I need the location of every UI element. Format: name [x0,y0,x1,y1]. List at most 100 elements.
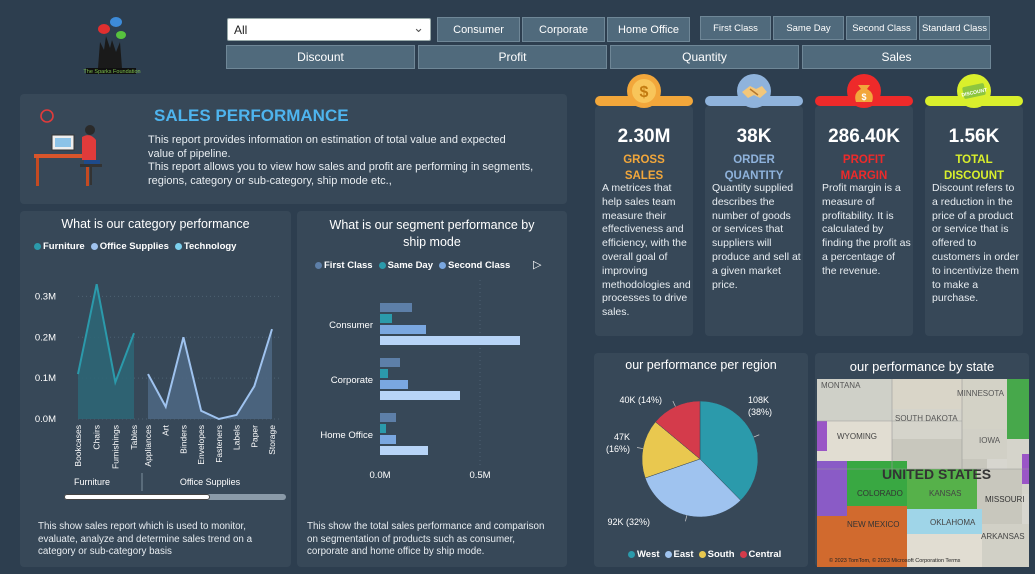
category-panel-title: What is our category performance [61,217,250,231]
x-tick-label: Storage [267,425,277,455]
bar-same-day [380,314,392,323]
shipmode-button-same-day[interactable]: Same Day [773,16,844,40]
shipmode-button-standard-class[interactable]: Standard Class [919,16,990,40]
bar-same-day [380,369,388,378]
coin-icon: $ [626,73,662,109]
legend-item-west[interactable]: West [628,549,660,560]
office-worker-illustration [34,109,102,186]
shipmode-button-first-class[interactable]: First Class [700,16,771,40]
segment-button-consumer[interactable]: Consumer [437,17,520,42]
legend-next-icon[interactable]: ▷ [533,258,541,271]
metric-button-quantity[interactable]: Quantity [610,45,799,69]
x-tick-label: Appliances [143,425,153,467]
category-note: This show sales report which is used to … [38,521,253,557]
x-tick-label: Envelopes [196,425,206,465]
kpi-value: 286.40K [828,126,900,147]
legend-item-technology[interactable]: Technology [174,241,236,252]
x-tick-label: Furnishings [110,425,120,469]
kpi-label: TOTAL DISCOUNT [943,154,1005,182]
legend-item-second-class[interactable]: Second Class [439,260,510,271]
region-pie-chart: 108K (38%) 92K (32%) 47K (16%) 40K (14%) [606,395,772,527]
map-label-kansas: KANSAS [929,489,961,498]
leader-line [753,434,760,438]
legend-item-south[interactable]: South [698,549,735,560]
x-tick-label: Fasteners [214,425,224,463]
kpi-description: Quantity supplied describes the number o… [712,182,801,291]
pie-data-label: (38%) [748,407,772,417]
map-label-south-dakota: SOUTH DAKOTA [895,414,958,423]
brand-caption: The Sparks Foundation [83,69,141,75]
y-tick-label: 0.3M [35,291,56,302]
kpi-card: 2.30M GROSS SALES A metrices that help sal… [595,106,693,336]
leader-line [672,400,676,407]
map-label-oklahoma: OKLAHOMA [930,518,976,527]
map-label-montana: MONTANA [821,381,861,390]
x-tick-label: Tables [129,425,139,450]
chevron-down-icon: ⌄ [413,20,424,35]
shipmode-button-second-class[interactable]: Second Class [846,16,917,40]
bar-first-class [380,303,412,312]
map-label-new-mexico: NEW MEXICO [847,520,899,529]
legend-item-first-class[interactable]: First Class [315,260,373,271]
map-label-united-states: UNITED STATES [882,466,991,482]
x-tick-label: Bookcases [73,425,83,467]
dropdown-value: All [234,23,248,37]
map-label-colorado: COLORADO [857,489,903,498]
svg-text:$: $ [640,84,649,101]
group-label: Office Supplies [180,477,241,487]
pie-data-label: 47K [614,432,630,442]
segment-button-corporate[interactable]: Corporate [522,17,605,42]
kpi-value: 38K [736,126,772,147]
chart-scrollbar[interactable] [64,494,286,500]
map-label-arkansas: ARKANSAS [981,532,1025,541]
metric-button-discount[interactable]: Discount [226,45,415,69]
kpi-description: Discount refers to a reduction in the pr… [932,182,1019,305]
y-tick-label: 0.0M [35,414,56,425]
intro-panel: SALES PERFORMANCE This report provides i… [20,94,567,204]
x-tick-label: Art [161,424,171,436]
map-label-minnesota: MINNESOTA [957,389,1005,398]
bar-first-class [380,413,396,422]
state-map[interactable]: MONTANA MINNESOTA SOUTH DAKOTA WYOMING I… [817,379,1029,567]
x-tick-label: 0.0M [369,470,390,481]
money-bag-icon: $ [846,73,882,109]
kpi-card: 1.56K TOTAL DISCOUNT Discount refers to a … [925,106,1023,336]
segment-button-home-office[interactable]: Home Office [607,17,690,42]
area-furniture [78,284,134,419]
kpi-label: GROSS SALES [623,154,665,182]
handshake-icon [736,73,772,109]
y-tick-label: 0.1M [35,373,56,384]
map-label-missouri: MISSOURI [985,495,1025,504]
metric-button-sales[interactable]: Sales [802,45,991,69]
bar-second-class [380,435,396,444]
y-category-label: Consumer [329,320,373,331]
pie-data-label: 40K (14%) [619,395,662,405]
legend-item-central[interactable]: Central [739,549,781,560]
segment-bar-chart: Consumer Corporate Home Office 0.0M 0.5M [320,280,520,481]
kpi-card: 286.40K PROFIT MARGIN Profit margin is a m… [815,106,913,336]
kpi-label: PROFIT MARGIN [840,154,888,182]
segment-panel-title: What is our segment performance by ship … [329,218,535,249]
category-legend: Furniture Office Supplies Technology [34,241,236,252]
map-label-iowa: IOWA [979,436,1001,445]
scrollbar-thumb[interactable] [64,494,210,500]
leader-line [636,447,644,449]
bar-same-day [380,424,386,433]
x-tick-label: Binders [178,425,188,454]
metric-button-profit[interactable]: Profit [418,45,607,69]
legend-item-east[interactable]: East [664,549,694,560]
segment-note: This show the total sales performance an… [307,521,545,557]
x-tick-label: Chairs [92,425,102,450]
pie-data-label: 108K [748,395,769,405]
segment-panel: What is our segment performance by ship … [297,211,567,567]
shipmode-legend: First Class Same Day Second Class [315,260,510,271]
legend-item-furniture[interactable]: Furniture [34,241,85,252]
y-category-label: Home Office [320,430,373,441]
legend-item-same-day[interactable]: Same Day [378,260,433,271]
intro-line-2: This report allows you to view how sales… [148,161,534,187]
bar-first-class [380,358,400,367]
segment-dropdown[interactable]: All ⌄ [227,18,431,41]
kpi-value: 2.30M [617,126,671,147]
region-legend: West East South Central [628,549,781,560]
legend-item-office-supplies[interactable]: Office Supplies [90,241,169,252]
